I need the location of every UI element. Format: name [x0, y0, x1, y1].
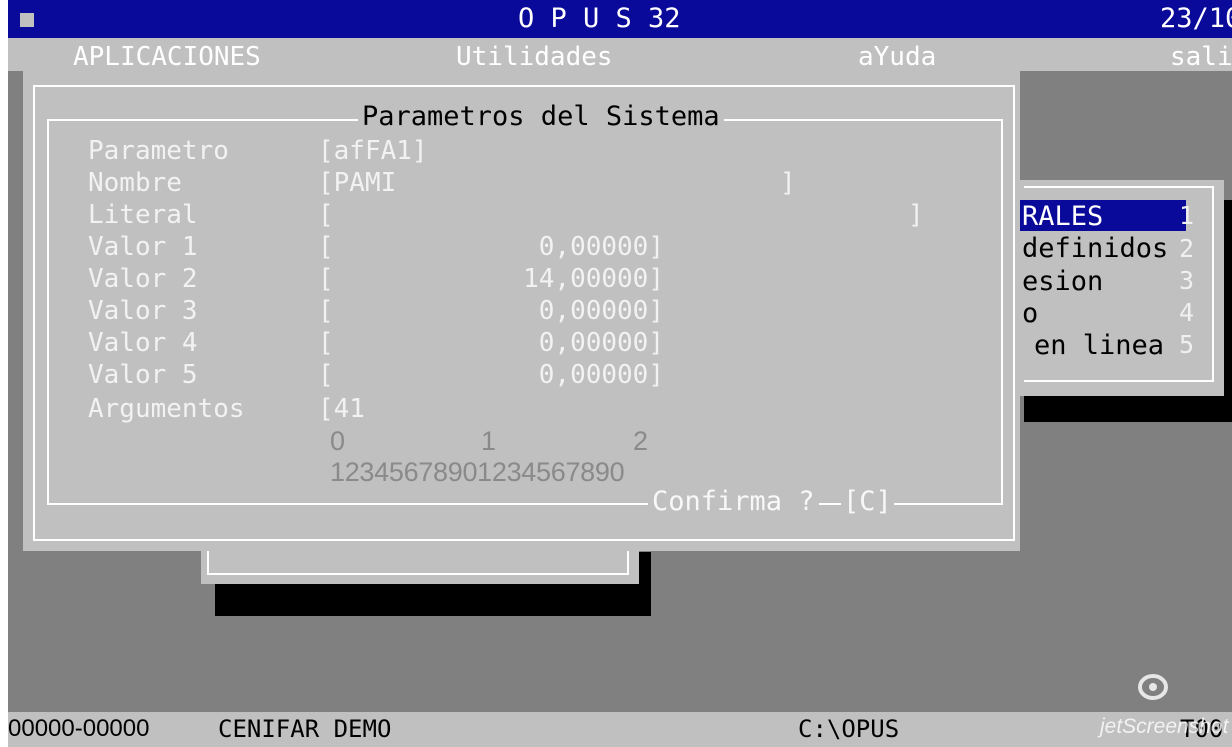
system-menu-icon[interactable]: [20, 13, 34, 27]
menu-salir[interactable]: sali: [1170, 44, 1232, 70]
valor-1-field[interactable]: 0,00000]: [438, 234, 664, 260]
label-parametro: Parametro: [88, 136, 229, 166]
menu-aplicaciones[interactable]: APLICACIONES: [73, 44, 261, 70]
label-valor-1: Valor 1: [88, 232, 198, 262]
valor-3-open: [: [318, 296, 334, 326]
jetscreenshot-logo-icon: [1138, 674, 1168, 700]
valor-4-open: [: [318, 328, 334, 358]
literal-field[interactable]: [: [318, 202, 334, 228]
submenu-item-2[interactable]: definidos: [1022, 235, 1168, 262]
status-code: 00000-00000: [8, 715, 150, 742]
submenu-hotkey-4: 4: [1179, 298, 1195, 327]
submenu-hotkey-5: 5: [1179, 330, 1195, 359]
label-valor-4: Valor 4: [88, 328, 198, 358]
submenu-item-3[interactable]: esion: [1022, 268, 1103, 295]
argumentos-field[interactable]: [41: [318, 396, 365, 422]
watermark-text: jetScreenshot: [1100, 715, 1229, 738]
literal-field-close: ]: [908, 200, 924, 230]
status-path: C:\OPUS: [798, 715, 900, 743]
parametro-field[interactable]: [afFA1]: [318, 138, 428, 164]
nombre-field-close: ]: [780, 168, 796, 198]
date-display: 23/10/: [1160, 3, 1232, 34]
valor-2-open: [: [318, 264, 334, 294]
dialog-title: Parametros del Sistema: [358, 103, 724, 130]
label-literal: Literal: [88, 200, 198, 230]
nombre-field[interactable]: [PAMI: [318, 170, 396, 196]
submenu-item-4[interactable]: o: [1022, 300, 1038, 327]
ruler-digits: 12345678901234567890: [330, 457, 625, 487]
label-valor-2: Valor 2: [88, 264, 198, 294]
valor-5-open: [: [318, 360, 334, 390]
valor-3-field[interactable]: 0,00000]: [438, 298, 664, 324]
dos-screen: O P U S 32 23/10/ APLICACIONES Utilidade…: [8, 0, 1232, 747]
ruler-tens-2: 2: [633, 426, 649, 456]
app-title: O P U S 32: [518, 3, 681, 34]
submenu-hotkey-3: 3: [1179, 266, 1195, 295]
status-bar: [8, 712, 1232, 747]
submenu-item-5[interactable]: en linea: [1034, 332, 1164, 359]
label-valor-3: Valor 3: [88, 296, 198, 326]
menu-ayuda[interactable]: aYuda: [858, 44, 936, 70]
valor-2-field[interactable]: 14,00000]: [438, 266, 664, 292]
menu-utilidades[interactable]: Utilidades: [456, 44, 613, 70]
ruler-tens-1: 1: [481, 426, 497, 456]
status-company: CENIFAR DEMO: [218, 715, 392, 743]
valor-1-open: [: [318, 232, 334, 262]
label-valor-5: Valor 5: [88, 360, 198, 390]
label-argumentos: Argumentos: [88, 394, 245, 424]
submenu-hotkey-1: 1: [1179, 201, 1195, 230]
valor-4-field[interactable]: 0,00000]: [438, 330, 664, 356]
submenu-hotkey-2: 2: [1179, 234, 1195, 263]
submenu-item-1[interactable]: RALES: [1022, 203, 1103, 230]
label-nombre: Nombre: [88, 168, 182, 198]
confirm-label: Confirma ?: [648, 488, 819, 515]
ruler-tens-0: 0: [330, 426, 346, 456]
confirm-field[interactable]: [C]: [841, 488, 894, 515]
valor-5-field[interactable]: 0,00000]: [438, 362, 664, 388]
